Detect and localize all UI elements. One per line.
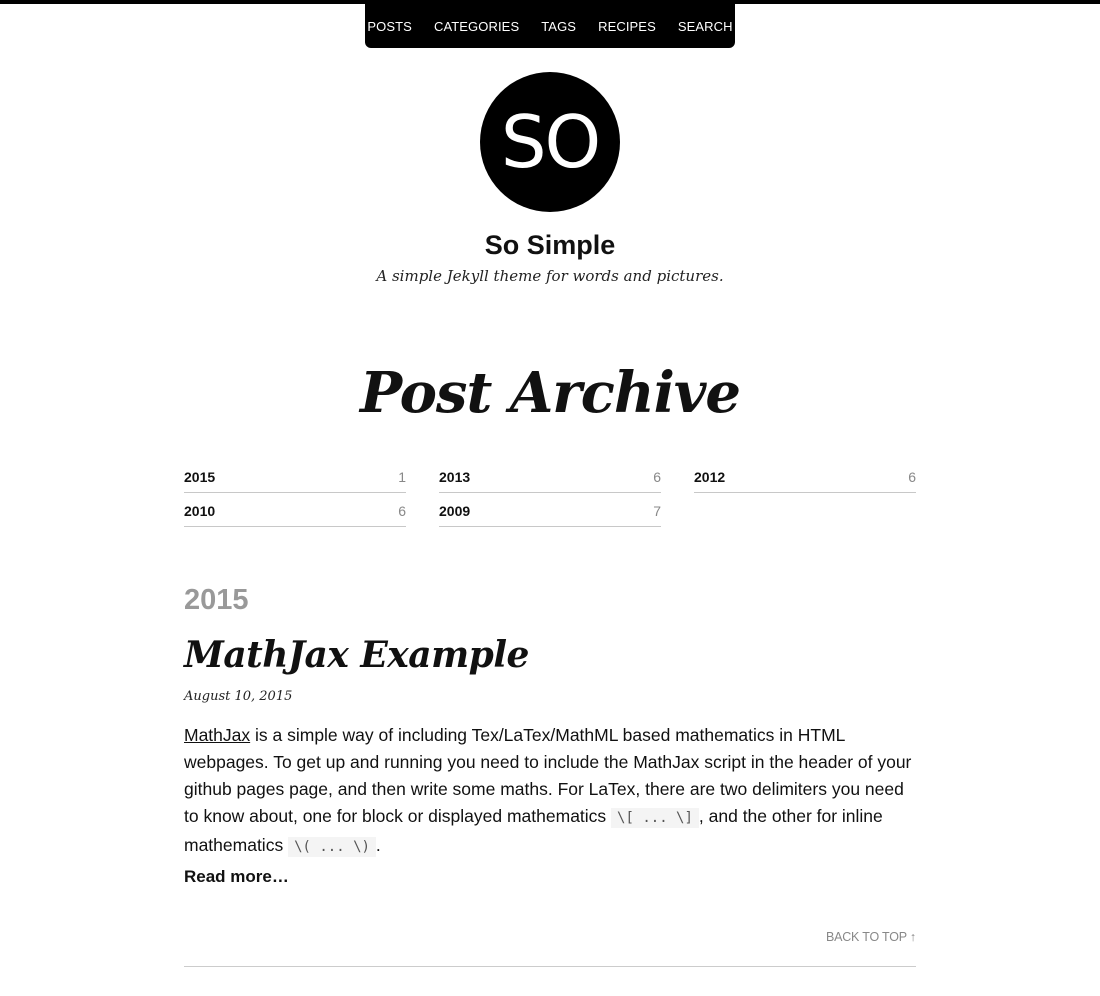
- year-count: 7: [653, 503, 661, 519]
- back-to-top-link[interactable]: BACK TO TOP ↑: [816, 930, 916, 944]
- year-link-2012[interactable]: 2012 6: [694, 462, 916, 493]
- section-divider: [184, 966, 916, 967]
- year-count: 6: [398, 503, 406, 519]
- year-link-2010[interactable]: 2010 6: [184, 496, 406, 527]
- site-logo[interactable]: SO: [480, 72, 620, 212]
- site-description: A simple Jekyll theme for words and pict…: [376, 267, 724, 285]
- section-year-heading: 2015: [184, 584, 249, 616]
- excerpt-text: .: [375, 835, 381, 855]
- year-count: 1: [398, 469, 406, 485]
- year-link-2015[interactable]: 2015 1: [184, 462, 406, 493]
- nav-search[interactable]: SEARCH: [667, 19, 744, 34]
- year-link-2013[interactable]: 2013 6: [439, 462, 661, 493]
- post-excerpt: MathJax is a simple way of including Tex…: [184, 722, 916, 861]
- block-delimiter-code: \[ ... \]: [611, 808, 699, 828]
- page-title: Post Archive: [359, 360, 741, 426]
- mathjax-link[interactable]: MathJax: [184, 725, 250, 745]
- nav-categories[interactable]: CATEGORIES: [423, 19, 530, 34]
- year-count: 6: [908, 469, 916, 485]
- year-label: 2013: [439, 469, 471, 485]
- year-count: 6: [653, 469, 661, 485]
- post-date: August 10, 2015: [184, 689, 293, 704]
- year-label: 2012: [694, 469, 726, 485]
- post-title-link[interactable]: MathJax Example: [184, 634, 529, 676]
- site-title[interactable]: So Simple: [0, 230, 1100, 261]
- main-nav: POSTS CATEGORIES TAGS RECIPES SEARCH: [365, 0, 735, 48]
- inline-delimiter-code: \( ... \): [288, 837, 376, 857]
- year-link-2009[interactable]: 2009 7: [439, 496, 661, 527]
- year-label: 2015: [184, 469, 216, 485]
- read-more-link[interactable]: Read more…: [184, 867, 289, 887]
- nav-recipes[interactable]: RECIPES: [587, 19, 667, 34]
- year-label: 2009: [439, 503, 471, 519]
- year-label: 2010: [184, 503, 216, 519]
- nav-posts[interactable]: POSTS: [356, 19, 423, 34]
- nav-tags[interactable]: TAGS: [530, 19, 587, 34]
